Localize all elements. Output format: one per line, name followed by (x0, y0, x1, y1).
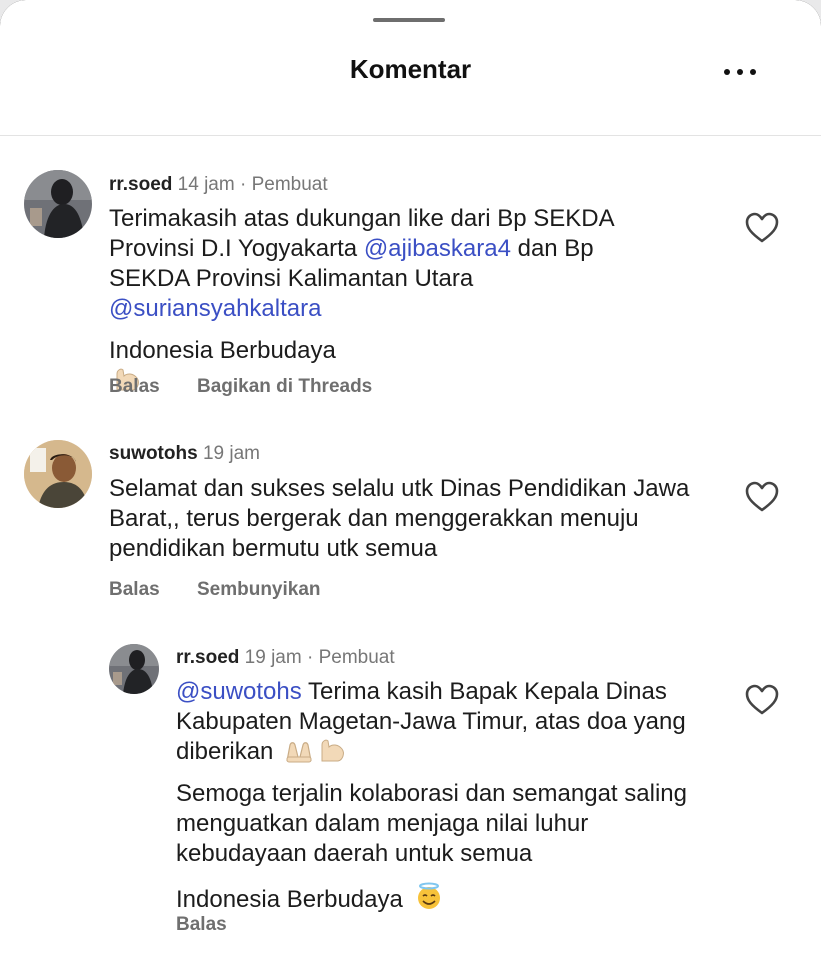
comment-actions: Balas Sembunyikan (109, 579, 353, 601)
mention-link[interactable]: @suriansyahkaltara (109, 295, 321, 322)
smiling-face-with-halo-icon (417, 882, 440, 909)
comment-meta: rr.soed 19 jam · Pembuat (176, 647, 395, 668)
reply-button[interactable]: Balas (109, 579, 160, 600)
header-divider (0, 135, 821, 136)
comment-text: Selamat dan sukses selalu utk Dinas Pend… (109, 475, 690, 562)
comments-sheet: Komentar rr.soed 14 jam · Pembuat Terima… (0, 0, 821, 966)
heart-outline-icon[interactable] (745, 684, 779, 716)
page-title: Komentar (349, 54, 472, 84)
username-link[interactable]: rr.soed (109, 174, 172, 195)
more-options-button[interactable] (720, 62, 760, 82)
author-badge: Pembuat (251, 174, 328, 195)
comment-actions: Balas Bagikan di Threads (109, 376, 404, 398)
flexed-biceps-icon (321, 739, 344, 762)
comment-time: 19 jam (244, 647, 302, 668)
comment-meta: suwotohs 19 jam (109, 443, 260, 465)
username-link[interactable]: rr.soed (176, 647, 239, 668)
author-badge: Pembuat (318, 647, 395, 668)
heart-outline-icon[interactable] (745, 212, 779, 244)
indonesia-flag-icon (448, 889, 478, 909)
avatar[interactable] (109, 644, 159, 694)
comment-actions: Balas (176, 914, 259, 936)
comment-meta: rr.soed 14 jam · Pembuat (109, 174, 328, 195)
more-horizontal-icon (724, 69, 730, 75)
mention-link[interactable]: @ajibaskara4 (364, 235, 511, 262)
username-link[interactable]: suwotohs (109, 443, 198, 464)
reply-button[interactable]: Balas (109, 376, 160, 397)
sheet-panel: Komentar rr.soed 14 jam · Pembuat Terima… (0, 0, 821, 966)
mention-link[interactable]: @suwotohs (176, 678, 302, 705)
avatar[interactable] (24, 440, 92, 508)
indonesia-flag-icon (347, 340, 377, 360)
comment-time: 14 jam (177, 174, 235, 195)
comment-text: @suwotohs Terima kasih Bapak Kepala Dina… (176, 678, 687, 913)
drag-handle[interactable] (373, 18, 445, 22)
folded-hands-icon (286, 742, 312, 763)
comment-time: 19 jam (202, 443, 260, 464)
comment-text: Terimakasih atas dukungan like dari Bp S… (109, 204, 669, 396)
heart-outline-icon[interactable] (745, 481, 779, 513)
avatar[interactable] (24, 170, 92, 238)
share-threads-button[interactable]: Bagikan di Threads (197, 376, 372, 397)
reply-button[interactable]: Balas (176, 914, 227, 935)
hide-button[interactable]: Sembunyikan (197, 579, 321, 600)
